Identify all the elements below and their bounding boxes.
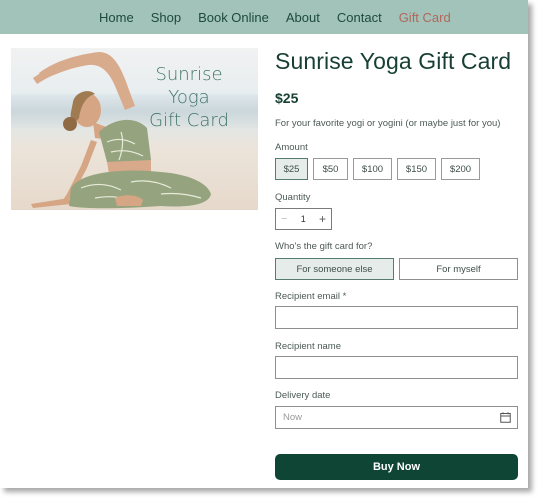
nav-item-home[interactable]: Home	[99, 10, 134, 25]
recipient-name-input[interactable]	[275, 356, 518, 379]
site-nav: Home Shop Book Online About Contact Gift…	[0, 0, 528, 34]
product-image: Sunrise Yoga Gift Card	[11, 48, 258, 210]
amount-label: Amount	[275, 142, 308, 153]
calendar-icon[interactable]	[500, 412, 511, 426]
required-mark: *	[342, 291, 347, 302]
for-someone-else-button[interactable]: For someone else	[275, 258, 394, 280]
overlay-line: Yoga	[168, 87, 210, 108]
recipient-email-input[interactable]	[275, 306, 518, 329]
buy-now-button[interactable]: Buy Now	[275, 454, 518, 480]
delivery-date-label: Delivery date	[275, 390, 331, 401]
amount-option-150[interactable]: $150	[397, 158, 436, 180]
amount-option-200[interactable]: $200	[441, 158, 480, 180]
nav-item-gift-card[interactable]: Gift Card	[399, 10, 451, 25]
recipient-name-label: Recipient name	[275, 341, 342, 352]
quantity-label: Quantity	[275, 192, 311, 203]
delivery-date-placeholder: Now	[283, 412, 303, 423]
overlay-line: Sunrise	[155, 64, 223, 85]
amount-option-50[interactable]: $50	[313, 158, 348, 180]
amount-option-100[interactable]: $100	[353, 158, 392, 180]
product-title: Sunrise Yoga Gift Card	[275, 48, 512, 74]
overlay-line: Gift Card	[149, 110, 229, 131]
amount-options: $25 $50 $100 $150 $200	[275, 158, 480, 180]
quantity-value[interactable]: 1	[301, 214, 306, 224]
page: Home Shop Book Online About Contact Gift…	[0, 0, 528, 488]
recipient-type-label: Who's the gift card for?	[275, 241, 373, 252]
quantity-stepper: − 1 +	[275, 208, 332, 230]
recipient-email-label-text: Recipient email	[275, 291, 340, 302]
nav-item-contact[interactable]: Contact	[337, 10, 382, 25]
nav-item-shop[interactable]: Shop	[151, 10, 181, 25]
gift-card-overlay-text: Sunrise Yoga Gift Card	[134, 63, 244, 132]
delivery-date-input[interactable]: Now	[275, 406, 518, 429]
increment-button[interactable]: +	[319, 212, 326, 226]
recipient-email-label: Recipient email *	[275, 291, 346, 302]
nav-item-about[interactable]: About	[286, 10, 320, 25]
decrement-button[interactable]: −	[281, 213, 287, 225]
nav-item-book-online[interactable]: Book Online	[198, 10, 269, 25]
product-description: For your favorite yogi or yogini (or may…	[275, 118, 501, 129]
recipient-type-toggle: For someone else For myself	[275, 258, 518, 280]
product-price: $25	[275, 90, 299, 106]
for-myself-button[interactable]: For myself	[399, 258, 518, 280]
amount-option-25[interactable]: $25	[275, 158, 308, 180]
